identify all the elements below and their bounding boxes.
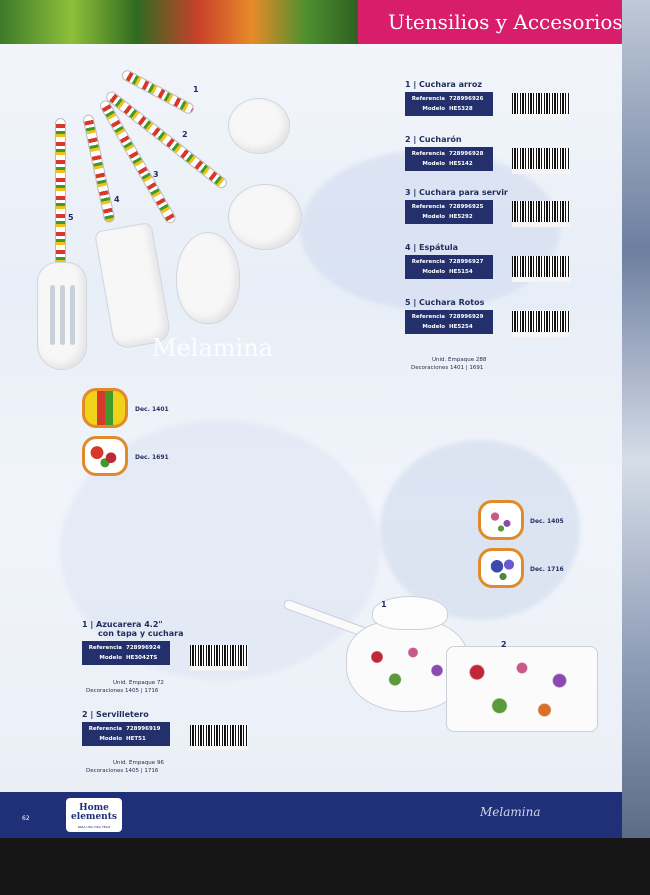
barcode — [190, 645, 248, 671]
ref-label: Referencia — [411, 259, 445, 265]
model-value: HE5292 — [449, 214, 473, 220]
reference-box: Referencia 728996926 Modelo HE5328 — [405, 92, 493, 116]
brand-tagline: PARA UNA VIDA FELIZ — [77, 825, 111, 829]
callout-number: 2 — [501, 640, 507, 649]
decoration-swatch — [82, 436, 128, 476]
model-value: HE5154 — [449, 269, 473, 275]
product-item: 5 | Cuchara Rotos Referencia 728996929 Mo… — [405, 298, 493, 334]
barcode — [512, 148, 570, 174]
ref-value: 728996919 — [126, 726, 161, 732]
model-label: Modelo — [99, 655, 122, 661]
ref-value: 728996927 — [449, 259, 484, 265]
callout-number: 5 — [68, 213, 74, 222]
reference-box: Referencia 728996924 Modelo HE3042TS — [82, 641, 170, 665]
model-label: Modelo — [422, 161, 445, 167]
ref-label: Referencia — [88, 726, 122, 732]
page-title: Utensilios y Accesorios — [388, 10, 622, 34]
decoration-label: Dec. 1405 — [530, 518, 564, 525]
spatula-head — [94, 221, 172, 351]
reference-box: Referencia 728996928 Modelo HE5142 — [405, 147, 493, 171]
utensil-handle — [82, 113, 116, 224]
ref-value: 728996929 — [449, 314, 484, 320]
ref-label: Referencia — [88, 645, 122, 651]
product-item: 2 | Cucharón Referencia 728996928 Modelo H… — [405, 135, 493, 171]
barcode — [512, 256, 570, 282]
section-watermark: Melamina — [152, 334, 273, 362]
decorations-codes: Decoraciones 1401 | 1691 — [411, 365, 484, 371]
serving-spoon-head — [176, 232, 240, 324]
product-item: 1 | Cuchara arroz Referencia 728996926 Mo… — [405, 80, 493, 116]
page-number: 62 — [22, 815, 30, 822]
header-photo-strip — [0, 0, 360, 44]
product-item: 1 | Azucarera 4.2" con tapa y cuchara Re… — [82, 620, 183, 665]
ref-value: 728996925 — [449, 204, 484, 210]
product-title: 4 | Espátula — [405, 243, 459, 252]
callout-number: 1 — [193, 85, 199, 94]
product-item: 4 | Espátula Referencia 728996927 Modelo H… — [405, 243, 493, 279]
model-label: Modelo — [99, 736, 122, 742]
reference-box: Referencia 728996929 Modelo HE5254 — [405, 310, 493, 334]
model-label: Modelo — [422, 324, 445, 330]
barcode — [512, 311, 570, 337]
product-item: 3 | Cuchara para servir Referencia 728996… — [405, 188, 508, 224]
callout-number: 2 — [182, 130, 188, 139]
barcode — [190, 725, 248, 751]
catalog-page: Utensilios y Accesorios 1 2 3 4 5 Melami… — [0, 0, 622, 838]
ladle-head — [228, 184, 302, 250]
product-title: 1 | Cuchara arroz — [405, 80, 483, 89]
ref-label: Referencia — [411, 204, 445, 210]
ref-value: 728996924 — [126, 645, 161, 651]
reference-box: Referencia 728996927 Modelo HE5154 — [405, 255, 493, 279]
model-value: HE5142 — [449, 161, 473, 167]
model-value: HE3042TS — [126, 655, 158, 661]
product-title: 3 | Cuchara para servir — [405, 188, 508, 197]
decoration-swatch — [478, 500, 524, 540]
barcode — [512, 201, 570, 227]
package-units: Unid. Empaque 72 — [113, 680, 164, 686]
rice-spoon-head — [228, 98, 290, 154]
decorations-codes: Decoraciones 1405 | 1716 — [86, 768, 159, 774]
utensil-handle — [55, 118, 66, 268]
model-label: Modelo — [422, 269, 445, 275]
model-label: Modelo — [422, 214, 445, 220]
ref-label: Referencia — [411, 96, 445, 102]
brand-logo: Home elements PARA UNA VIDA FELIZ — [66, 798, 122, 832]
model-value: HET51 — [126, 736, 146, 742]
decoration-swatch — [478, 548, 524, 588]
product-title: 2 | Cucharón — [405, 135, 462, 144]
background-wash — [300, 150, 560, 310]
reference-box: Referencia 728996919 Modelo HET51 — [82, 722, 170, 746]
product-subtitle: con tapa y cuchara — [98, 629, 184, 638]
reference-box: Referencia 728996925 Modelo HE5292 — [405, 200, 493, 224]
model-value: HE5328 — [449, 106, 473, 112]
decoration-label: Dec. 1691 — [135, 454, 169, 461]
decoration-swatch — [82, 388, 128, 428]
decorations-codes: Decoraciones 1405 | 1716 — [86, 688, 159, 694]
ref-value: 728996926 — [449, 96, 484, 102]
scan-border — [0, 838, 650, 895]
package-units: Unid. Empaque 96 — [113, 760, 164, 766]
product-title: 1 | Azucarera 4.2" — [82, 620, 163, 629]
barcode — [512, 93, 570, 119]
brand-name: Home elements — [71, 803, 117, 822]
callout-number: 4 — [114, 195, 120, 204]
callout-number: 1 — [381, 600, 387, 609]
ref-label: Referencia — [411, 151, 445, 157]
package-units: Unid. Empaque 288 — [432, 357, 487, 363]
adjacent-page-edge — [622, 0, 650, 838]
napkin-holder — [446, 646, 598, 732]
slotted-spoon-head — [37, 262, 87, 370]
decoration-label: Dec. 1401 — [135, 406, 169, 413]
callout-number: 3 — [153, 170, 159, 179]
model-value: HE5254 — [449, 324, 473, 330]
ref-value: 728996928 — [449, 151, 484, 157]
model-label: Modelo — [422, 106, 445, 112]
product-item: 2 | Servilletero Referencia 728996919 Mod… — [82, 710, 170, 746]
footer-section: Melamina — [480, 805, 541, 819]
decoration-label: Dec. 1716 — [530, 566, 564, 573]
product-title: 5 | Cuchara Rotos — [405, 298, 485, 307]
product-title: 2 | Servilletero — [82, 710, 149, 719]
ref-label: Referencia — [411, 314, 445, 320]
